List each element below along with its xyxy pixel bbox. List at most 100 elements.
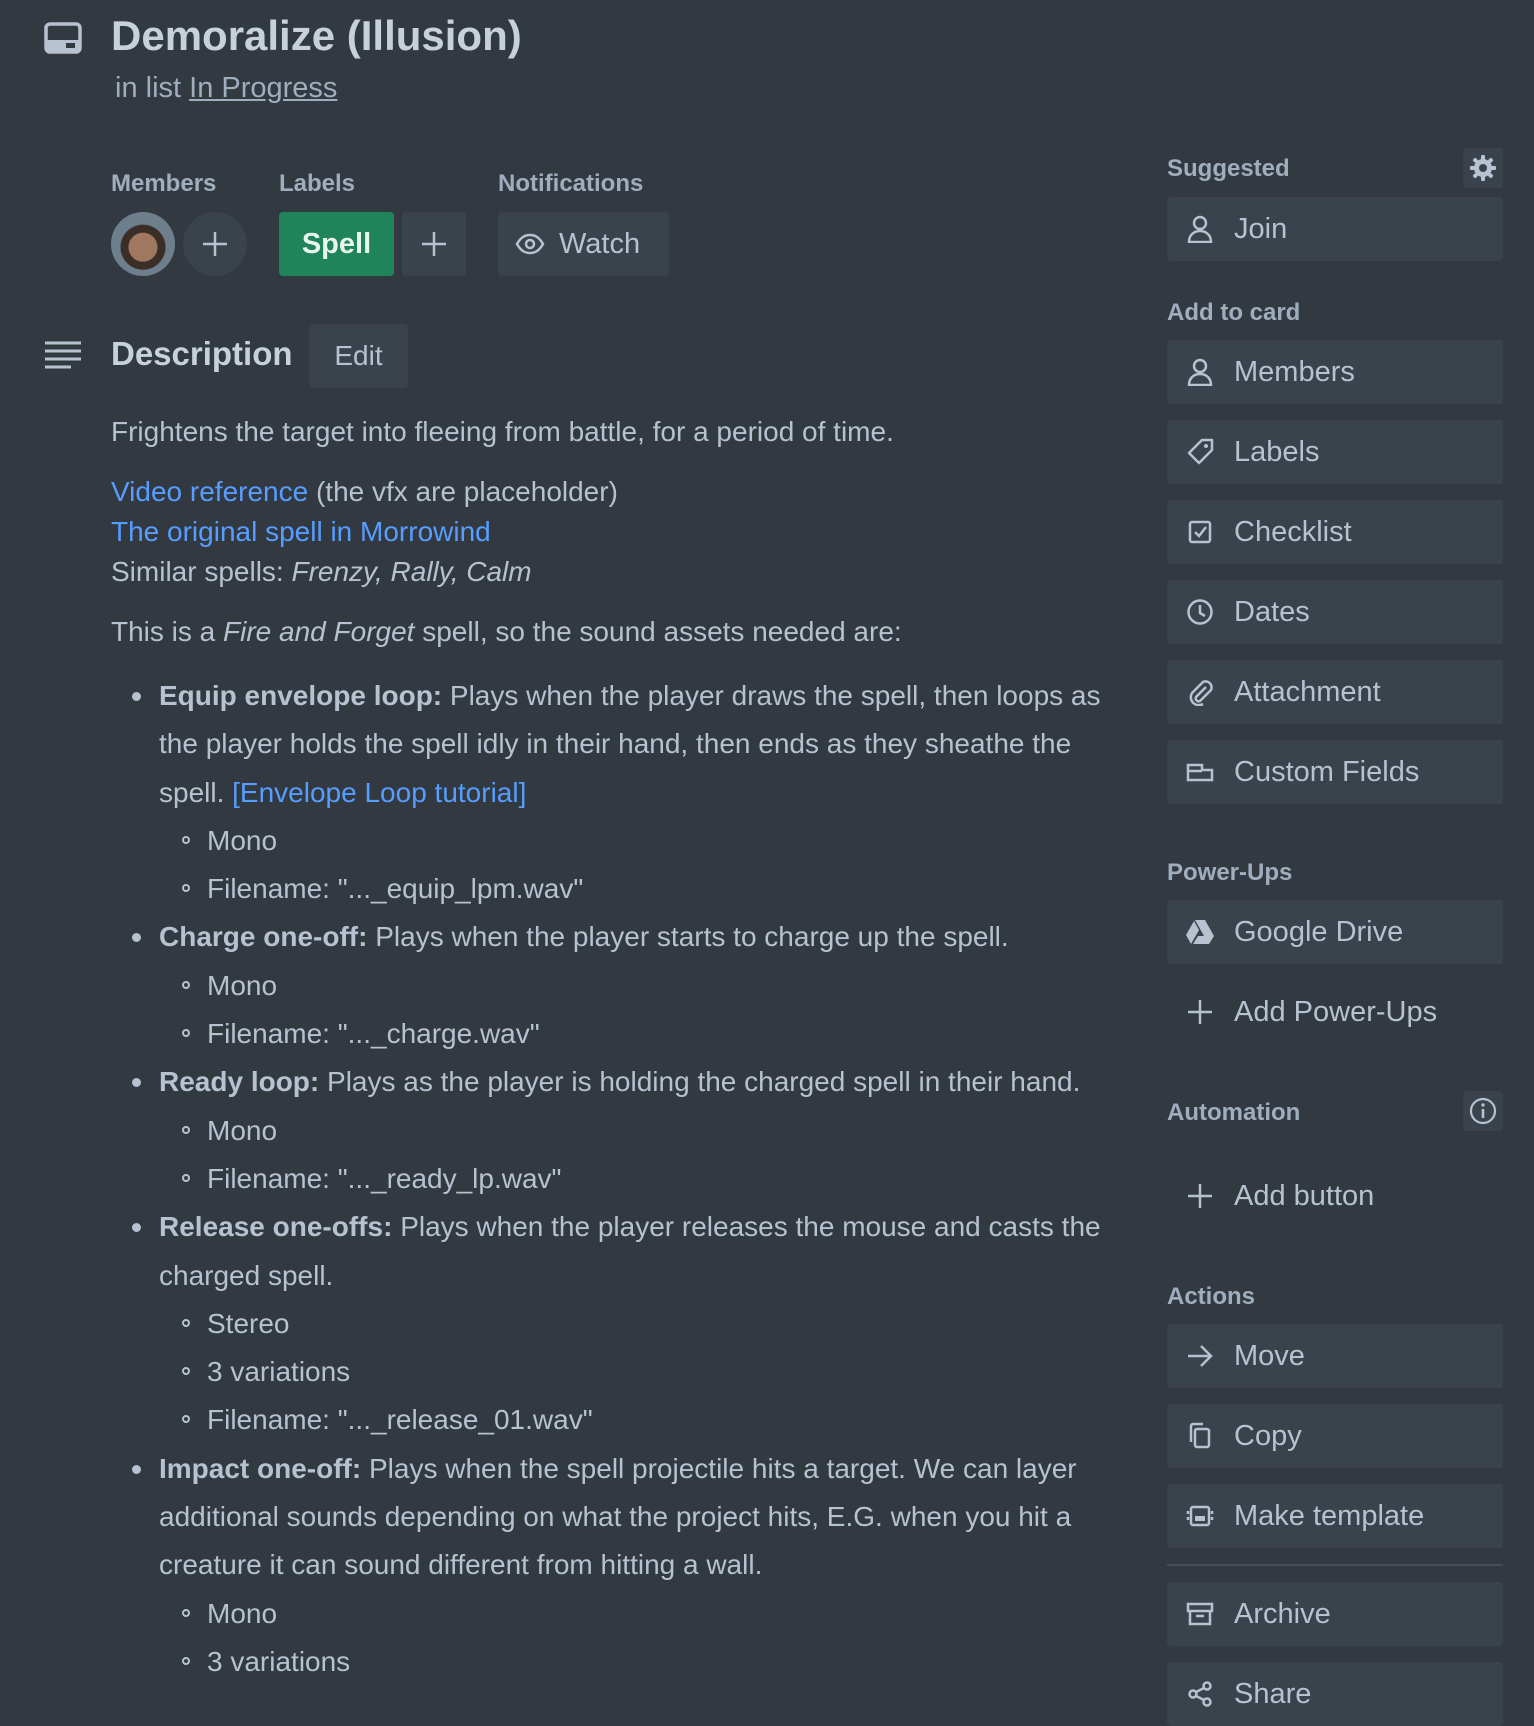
move-button[interactable]: Move bbox=[1167, 1324, 1503, 1388]
actions-heading: Actions bbox=[1167, 1283, 1256, 1310]
list-item: Charge one-off: Plays when the player st… bbox=[132, 913, 1141, 1058]
clock-icon bbox=[1187, 599, 1213, 625]
dates-button[interactable]: Dates bbox=[1167, 580, 1503, 644]
automation-info-button[interactable] bbox=[1463, 1091, 1503, 1131]
card-title[interactable]: Demoralize (Illusion) bbox=[111, 12, 522, 60]
arrow-right-icon bbox=[1188, 1345, 1213, 1367]
item-title: Impact one-off: bbox=[159, 1452, 362, 1484]
list-item: Filename: "..._equip_lpm.wav" bbox=[182, 865, 1141, 913]
dates-label: Dates bbox=[1234, 595, 1310, 628]
add-button-label: Add button bbox=[1234, 1179, 1375, 1212]
original-spell-link[interactable]: The original spell in Morrowind bbox=[111, 516, 491, 547]
watch-button[interactable]: Watch bbox=[498, 212, 669, 276]
actions-divider bbox=[1167, 1564, 1503, 1566]
share-icon bbox=[1188, 1681, 1212, 1707]
faf-em: Fire and Forget bbox=[223, 616, 415, 647]
add-to-card-heading: Add to card bbox=[1167, 299, 1301, 326]
google-drive-button[interactable]: Google Drive bbox=[1167, 900, 1503, 964]
card-list-info: in list In Progress bbox=[115, 72, 337, 105]
list-item: Mono bbox=[182, 1590, 1141, 1638]
list-item: Mono bbox=[182, 817, 1141, 865]
plus-icon bbox=[422, 232, 446, 256]
list-item: Filename: "..._ready_lp.wav" bbox=[182, 1155, 1141, 1203]
archive-icon bbox=[1186, 1602, 1214, 1626]
list-item: 3 variations bbox=[182, 1348, 1141, 1396]
add-label-button[interactable] bbox=[402, 212, 466, 276]
item-text: Plays as the player is holding the charg… bbox=[327, 1066, 1081, 1098]
description-heading: Description bbox=[111, 335, 293, 372]
list-item: Mono bbox=[182, 962, 1141, 1010]
labels-heading: Labels bbox=[279, 170, 356, 197]
similar-spells: Frenzy, Rally, Calm bbox=[291, 556, 532, 587]
copy-icon bbox=[1189, 1422, 1211, 1449]
label-chip-spell[interactable]: Spell bbox=[279, 212, 394, 276]
list-name-link[interactable]: In Progress bbox=[189, 72, 337, 104]
list-item: Filename: "..._release_01.wav" bbox=[182, 1396, 1141, 1444]
custom-fields-button[interactable]: Custom Fields bbox=[1167, 740, 1503, 804]
similar-prefix: Similar spells: bbox=[111, 556, 284, 587]
automation-heading: Automation bbox=[1167, 1099, 1301, 1126]
gear-icon bbox=[1470, 155, 1496, 181]
item-text: Plays when the player starts to charge u… bbox=[375, 921, 1009, 953]
video-reference-link[interactable]: Video reference bbox=[111, 476, 308, 507]
description-icon bbox=[44, 340, 82, 372]
person-icon bbox=[1187, 215, 1213, 243]
google-drive-icon bbox=[1186, 920, 1214, 944]
add-power-ups-label: Add Power-Ups bbox=[1234, 995, 1438, 1028]
member-avatar[interactable] bbox=[111, 212, 175, 276]
watch-label: Watch bbox=[559, 227, 641, 260]
person-icon bbox=[1187, 358, 1213, 386]
plus-icon bbox=[203, 232, 227, 256]
item-title: Release one-offs: bbox=[159, 1211, 393, 1243]
paperclip-icon bbox=[1189, 680, 1213, 706]
share-button[interactable]: Share bbox=[1167, 1662, 1503, 1726]
copy-label: Copy bbox=[1234, 1419, 1302, 1452]
checklist-button[interactable]: Checklist bbox=[1167, 500, 1503, 564]
sound-asset-list: Equip envelope loop: Plays when the play… bbox=[111, 672, 1141, 1686]
faf-post: spell, so the sound assets needed are: bbox=[422, 616, 902, 647]
tag-icon bbox=[1187, 438, 1214, 465]
add-button-button[interactable]: Add button bbox=[1167, 1164, 1503, 1228]
video-note: (the vfx are placeholder) bbox=[315, 476, 618, 507]
faf-pre: This is a bbox=[111, 616, 216, 647]
share-label: Share bbox=[1234, 1677, 1312, 1710]
fire-and-forget-line: This is a Fire and Forget spell, so the … bbox=[111, 612, 1141, 652]
join-label: Join bbox=[1234, 212, 1288, 245]
item-title: Equip envelope loop: bbox=[159, 680, 443, 711]
item-title: Charge one-off: bbox=[159, 921, 368, 953]
envelope-loop-tutorial-link[interactable]: [Envelope Loop tutorial] bbox=[232, 777, 526, 808]
list-item: Release one-offs: Plays when the player … bbox=[132, 1203, 1141, 1444]
members-label: Members bbox=[1234, 355, 1355, 388]
eye-icon bbox=[515, 233, 545, 255]
plus-icon bbox=[1188, 1184, 1212, 1208]
description-links: Video reference (the vfx are placeholder… bbox=[111, 472, 1141, 592]
list-item: Filename: "..._charge.wav" bbox=[182, 1010, 1141, 1058]
labels-label: Labels bbox=[1234, 435, 1320, 468]
add-member-button[interactable] bbox=[183, 212, 247, 276]
checklist-label: Checklist bbox=[1234, 515, 1352, 548]
members-heading: Members bbox=[111, 170, 217, 197]
item-title: Ready loop: bbox=[159, 1066, 320, 1098]
make-template-label: Make template bbox=[1234, 1499, 1425, 1532]
archive-button[interactable]: Archive bbox=[1167, 1582, 1503, 1646]
plus-icon bbox=[1188, 1000, 1212, 1024]
description-intro: Frightens the target into fleeing from b… bbox=[111, 416, 894, 447]
move-label: Move bbox=[1234, 1339, 1305, 1372]
labels-button[interactable]: Labels bbox=[1167, 420, 1503, 484]
suggested-settings-button[interactable] bbox=[1463, 148, 1503, 188]
list-item: Mono bbox=[182, 1107, 1141, 1155]
add-power-ups-button[interactable]: Add Power-Ups bbox=[1167, 980, 1503, 1044]
make-template-button[interactable]: Make template bbox=[1167, 1484, 1503, 1548]
custom-fields-label: Custom Fields bbox=[1234, 755, 1420, 788]
archive-label: Archive bbox=[1234, 1597, 1331, 1630]
members-button[interactable]: Members bbox=[1167, 340, 1503, 404]
custom-fields-icon bbox=[1186, 763, 1214, 782]
join-button[interactable]: Join bbox=[1167, 197, 1503, 261]
google-drive-label: Google Drive bbox=[1234, 915, 1404, 948]
info-icon bbox=[1469, 1097, 1497, 1125]
attachment-button[interactable]: Attachment bbox=[1167, 660, 1503, 724]
copy-button[interactable]: Copy bbox=[1167, 1404, 1503, 1468]
notifications-heading: Notifications bbox=[498, 170, 644, 197]
edit-description-button[interactable]: Edit bbox=[309, 324, 408, 388]
template-icon bbox=[1186, 1505, 1214, 1527]
